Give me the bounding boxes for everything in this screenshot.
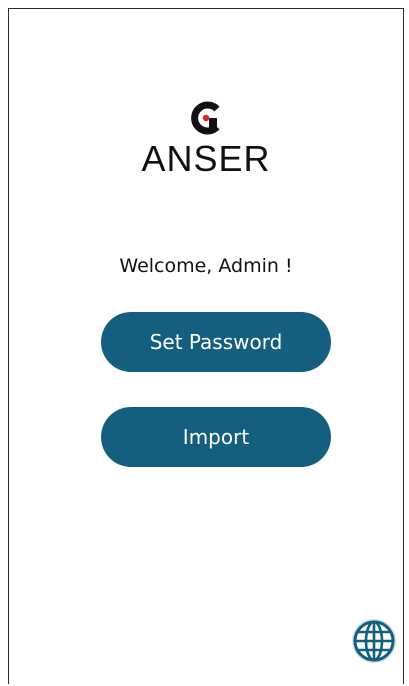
import-button[interactable]: Import [101, 407, 331, 467]
welcome-message: Welcome, Admin ! [119, 255, 293, 277]
globe-icon[interactable] [351, 618, 397, 664]
anser-logo-mark-icon [191, 101, 220, 135]
brand-logo: ANSER [9, 101, 403, 177]
set-password-button[interactable]: Set Password [101, 312, 331, 372]
brand-logo-text: ANSER [141, 138, 271, 179]
app-screen: ANSER Welcome, Admin ! Set Password Impo… [8, 8, 404, 684]
